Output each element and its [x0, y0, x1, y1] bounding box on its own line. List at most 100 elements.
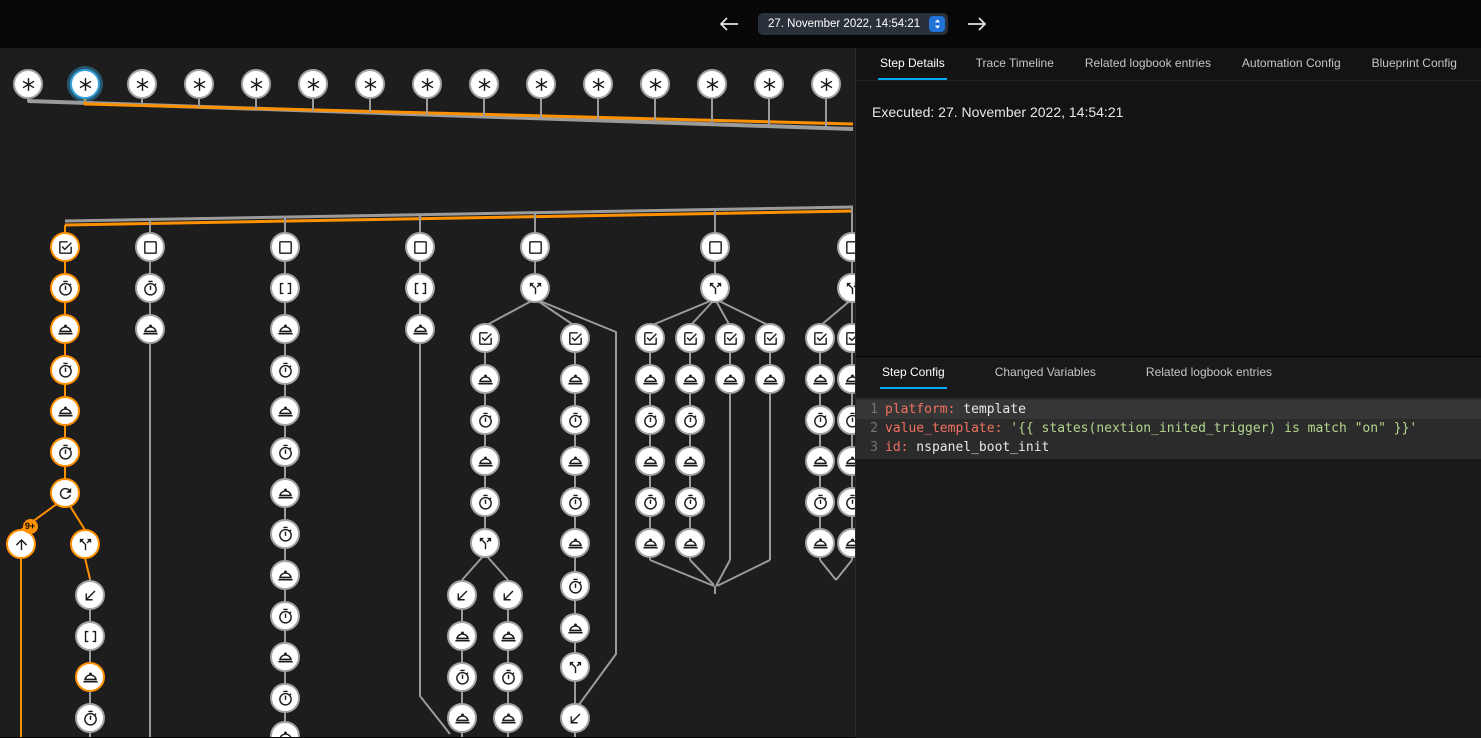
trace-node-service[interactable]: [470, 364, 500, 394]
next-run-button[interactable]: [964, 12, 990, 36]
trace-node-arrowbl[interactable]: [75, 580, 105, 610]
trace-node-asterisk[interactable]: [127, 69, 157, 99]
trace-node-service[interactable]: [560, 613, 590, 643]
trace-node-asterisk[interactable]: [469, 69, 499, 99]
trace-node-timer[interactable]: [470, 487, 500, 517]
trace-node-asterisk[interactable]: [811, 69, 841, 99]
trace-node-asterisk[interactable]: [298, 69, 328, 99]
trace-node-timer[interactable]: [470, 405, 500, 435]
trace-node-service[interactable]: [470, 446, 500, 476]
tab-related-logbook-entries[interactable]: Related logbook entries: [1144, 365, 1274, 389]
run-selector[interactable]: 27. November 2022, 14:54:21: [758, 13, 948, 35]
trace-node-asterisk[interactable]: [241, 69, 271, 99]
trace-node-arrowbl[interactable]: [493, 580, 523, 610]
trace-node-square[interactable]: [405, 232, 435, 262]
trace-node-timer[interactable]: [270, 437, 300, 467]
trace-node-split[interactable]: [700, 273, 730, 303]
trace-node-timer[interactable]: [635, 405, 665, 435]
trace-node-square[interactable]: [700, 232, 730, 262]
trace-node-service[interactable]: [635, 528, 665, 558]
trace-node-service[interactable]: [405, 314, 435, 344]
trace-node-asterisk[interactable]: [355, 69, 385, 99]
trace-node-service[interactable]: [270, 560, 300, 590]
trace-node-timer[interactable]: [493, 662, 523, 692]
trace-node-split[interactable]: [70, 529, 100, 559]
trace-node-square[interactable]: [520, 232, 550, 262]
trace-node-asterisk[interactable]: [583, 69, 613, 99]
trace-node-split[interactable]: [470, 528, 500, 558]
trace-node-timer[interactable]: [635, 487, 665, 517]
previous-run-button[interactable]: [716, 12, 742, 36]
trace-node-service[interactable]: [560, 364, 590, 394]
trace-node-service[interactable]: [635, 364, 665, 394]
trace-node-timer[interactable]: [270, 683, 300, 713]
trace-node-asterisk-selected[interactable]: [70, 69, 100, 99]
trace-node-check[interactable]: [470, 323, 500, 353]
tab-step-config[interactable]: Step Config: [880, 365, 947, 389]
trace-node-check[interactable]: [715, 323, 745, 353]
trace-node-service[interactable]: [270, 478, 300, 508]
trace-node-timer[interactable]: [50, 437, 80, 467]
trace-node-timer[interactable]: [560, 405, 590, 435]
trace-node-timer[interactable]: [75, 703, 105, 733]
tab-blueprint-config[interactable]: Blueprint Config: [1370, 56, 1459, 80]
trace-node-service[interactable]: [135, 314, 165, 344]
trace-node-service[interactable]: [270, 314, 300, 344]
trace-node-service[interactable]: [675, 446, 705, 476]
trace-node-service[interactable]: [50, 314, 80, 344]
trace-node-service[interactable]: [270, 642, 300, 672]
trace-node-arrowbl[interactable]: [560, 703, 590, 733]
trace-node-check[interactable]: [675, 323, 705, 353]
trace-node-asterisk[interactable]: [640, 69, 670, 99]
trace-node-service[interactable]: [560, 528, 590, 558]
trace-node-timer[interactable]: [270, 601, 300, 631]
trace-node-square[interactable]: [135, 232, 165, 262]
trace-node-service[interactable]: [805, 528, 835, 558]
trace-node-repeat[interactable]: [50, 478, 80, 508]
trace-node-service[interactable]: [635, 446, 665, 476]
trace-node-asterisk[interactable]: [754, 69, 784, 99]
trace-node-timer[interactable]: [560, 571, 590, 601]
trace-node-service[interactable]: [75, 662, 105, 692]
trace-node-brackets[interactable]: [75, 621, 105, 651]
trace-node-asterisk[interactable]: [184, 69, 214, 99]
trace-node-service[interactable]: [447, 621, 477, 651]
tab-changed-variables[interactable]: Changed Variables: [993, 365, 1098, 389]
trace-node-timer[interactable]: [50, 355, 80, 385]
trace-node-square[interactable]: [270, 232, 300, 262]
trace-node-timer[interactable]: [805, 487, 835, 517]
trace-node-check[interactable]: [560, 323, 590, 353]
trace-node-brackets[interactable]: [405, 273, 435, 303]
trace-node-service[interactable]: [493, 621, 523, 651]
trace-node-check[interactable]: [50, 232, 80, 262]
trace-node-check[interactable]: [635, 323, 665, 353]
trace-node-split[interactable]: [560, 652, 590, 682]
trace-node-service[interactable]: [755, 364, 785, 394]
trace-node-timer[interactable]: [270, 355, 300, 385]
trace-node-service[interactable]: [560, 446, 590, 476]
trace-node-service[interactable]: [447, 703, 477, 733]
trace-node-arrowbl[interactable]: [447, 580, 477, 610]
yaml-code-editor[interactable]: 1platform: template2value_template: '{{ …: [856, 398, 1481, 459]
trace-node-service[interactable]: [715, 364, 745, 394]
trace-node-asterisk[interactable]: [697, 69, 727, 99]
trace-node-timer[interactable]: [675, 405, 705, 435]
tab-related-logbook-entries[interactable]: Related logbook entries: [1083, 56, 1213, 80]
tab-step-details[interactable]: Step Details: [878, 56, 947, 80]
trace-node-service[interactable]: [270, 396, 300, 426]
trace-node-split[interactable]: [520, 273, 550, 303]
trace-node-asterisk[interactable]: [412, 69, 442, 99]
trace-node-service[interactable]: [50, 396, 80, 426]
trace-node-asterisk[interactable]: [13, 69, 43, 99]
trace-node-service[interactable]: [493, 703, 523, 733]
trace-node-check[interactable]: [805, 323, 835, 353]
trace-node-check[interactable]: [755, 323, 785, 353]
tab-automation-config[interactable]: Automation Config: [1240, 56, 1343, 80]
trace-node-timer[interactable]: [135, 273, 165, 303]
trace-node-asterisk[interactable]: [526, 69, 556, 99]
trace-node-timer[interactable]: [270, 519, 300, 549]
trace-node-service[interactable]: [675, 364, 705, 394]
trace-node-arrowup[interactable]: [6, 529, 36, 559]
trace-node-timer[interactable]: [447, 662, 477, 692]
trace-node-service[interactable]: [675, 528, 705, 558]
